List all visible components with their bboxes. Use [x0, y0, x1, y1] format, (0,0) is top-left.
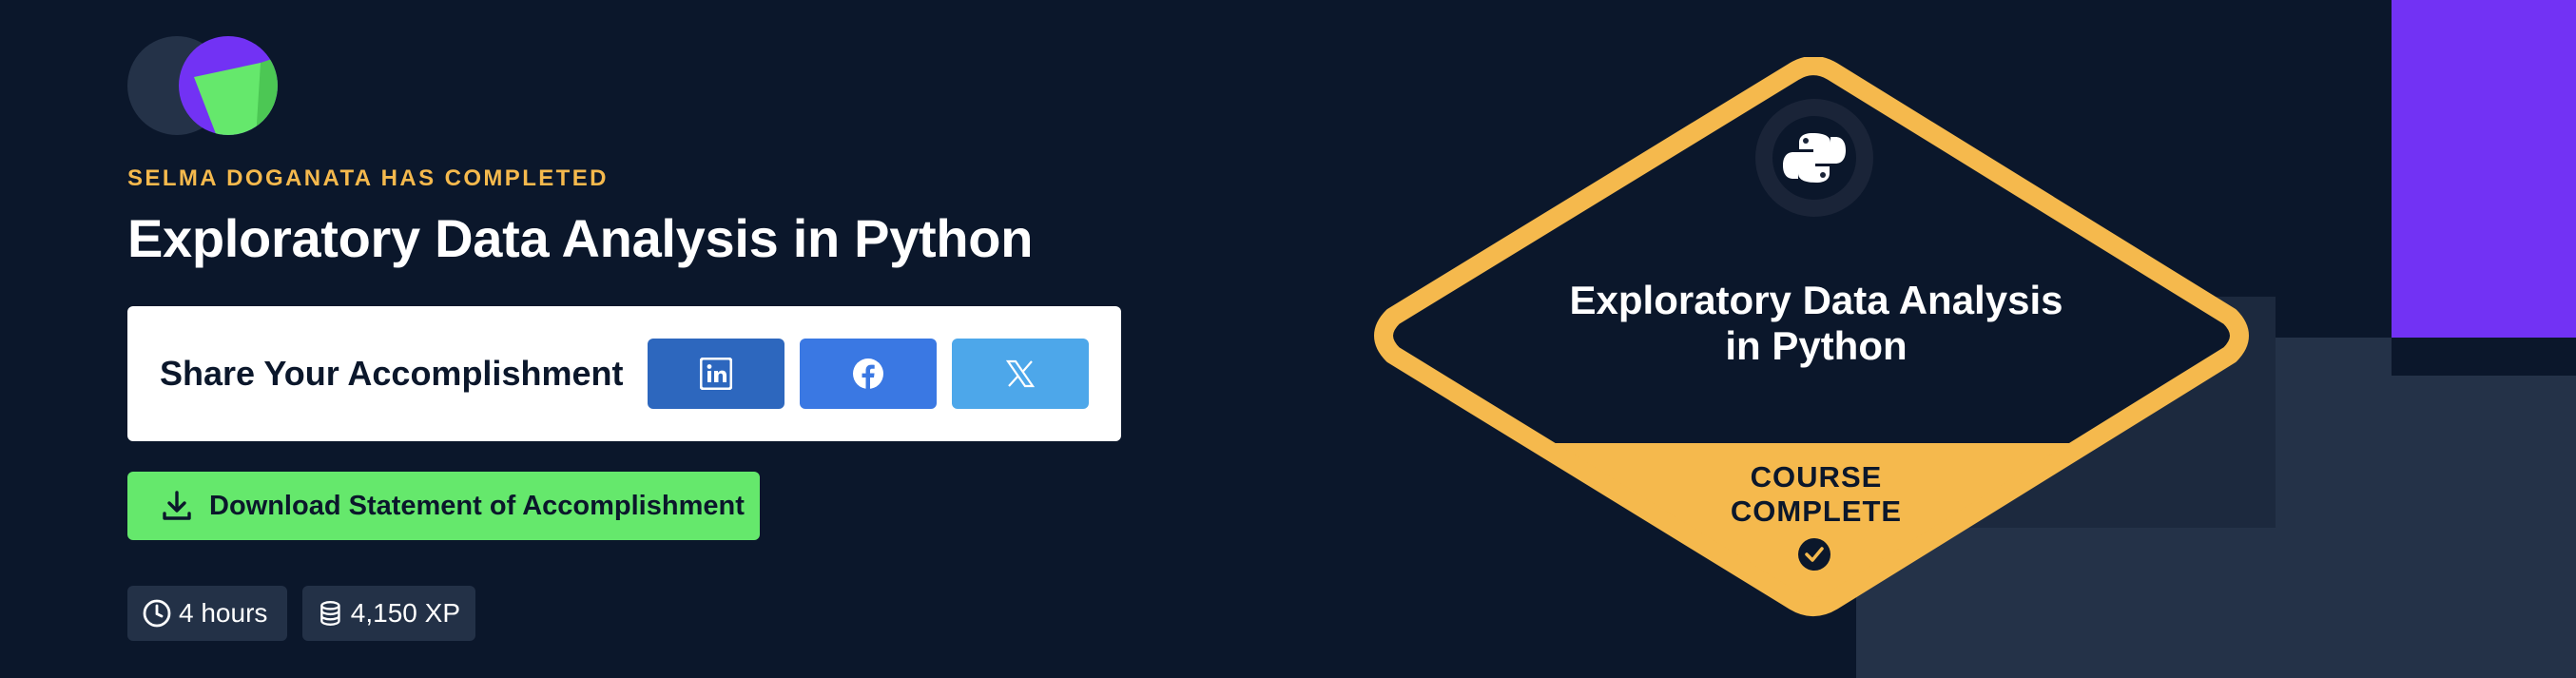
share-linkedin-button[interactable] — [648, 339, 784, 409]
x-icon — [1005, 359, 1036, 388]
xp-chip: 4,150 XP — [302, 586, 475, 641]
download-icon — [163, 491, 191, 520]
decorative-strip — [2392, 338, 2576, 376]
facebook-icon — [853, 358, 883, 389]
certificate-page: SELMA DOGANATA HAS COMPLETED Exploratory… — [0, 0, 2576, 678]
share-x-button[interactable] — [952, 339, 1089, 409]
badge-status-line: COURSE — [1750, 460, 1883, 494]
course-title: Exploratory Data Analysis in Python — [127, 208, 1034, 268]
badge-status: COURSE COMPLETE — [1655, 460, 1978, 529]
duration-chip: 4 hours — [127, 586, 287, 641]
share-label: Share Your Accomplishment — [160, 354, 624, 393]
database-icon — [320, 601, 340, 626]
decorative-purple-block — [2392, 0, 2576, 338]
linkedin-icon — [700, 358, 732, 390]
download-statement-button[interactable]: Download Statement of Accomplishment — [127, 472, 760, 540]
datacamp-logo-icon — [127, 36, 278, 135]
completed-by-label: SELMA DOGANATA HAS COMPLETED — [127, 165, 609, 191]
share-panel: Share Your Accomplishment — [127, 306, 1121, 441]
download-statement-label: Download Statement of Accomplishment — [209, 490, 745, 521]
python-icon — [1755, 99, 1873, 217]
clock-icon — [143, 599, 171, 628]
badge-status-line: COMPLETE — [1730, 494, 1903, 528]
duration-value: 4 hours — [179, 598, 268, 628]
badge-title: Exploratory Data Analysis in Python — [1464, 278, 2168, 369]
share-facebook-button[interactable] — [800, 339, 937, 409]
check-circle-icon — [1798, 538, 1830, 571]
badge-title-line: Exploratory Data Analysis — [1569, 278, 2063, 322]
badge-title-line: in Python — [1725, 323, 1908, 368]
xp-value: 4,150 XP — [350, 598, 460, 628]
